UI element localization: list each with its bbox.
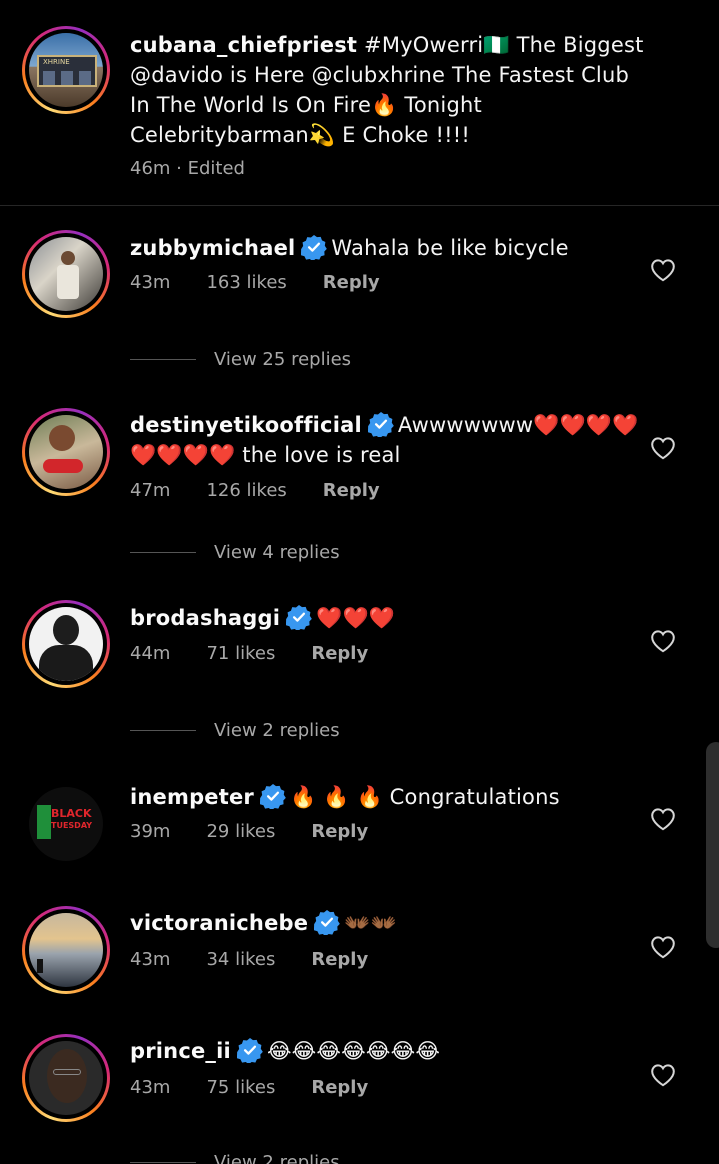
- divider-line: [130, 359, 196, 360]
- reply-button[interactable]: Reply: [311, 821, 368, 842]
- verified-badge-icon: [260, 783, 286, 809]
- reply-button[interactable]: Reply: [311, 643, 368, 664]
- comment-likes[interactable]: 75 likes: [206, 1077, 275, 1098]
- reply-button[interactable]: Reply: [311, 1077, 368, 1098]
- comment-text: ❤️❤️❤️: [316, 606, 396, 630]
- avatar-ring[interactable]: BLACK TUESDAY: [22, 780, 110, 868]
- comment-time: 39m: [130, 821, 171, 842]
- verified-badge-icon: [314, 909, 340, 935]
- heart-icon[interactable]: [650, 436, 676, 460]
- caption-text-part: #MyOwerri: [357, 33, 484, 57]
- comment-username[interactable]: victoranichebe: [130, 911, 308, 935]
- comment-text: 😂😂😂😂😂😂😂: [266, 1039, 441, 1063]
- view-replies-label: View 2 replies: [214, 1152, 340, 1164]
- club-sign-text: XHRINE: [43, 58, 70, 66]
- view-replies-button[interactable]: View 2 replies: [130, 720, 340, 741]
- view-replies-button[interactable]: View 2 replies: [130, 1152, 340, 1164]
- heart-icon[interactable]: [650, 935, 676, 959]
- comment-username[interactable]: zubbymichael: [130, 236, 295, 260]
- comment-username[interactable]: brodashaggi: [130, 606, 280, 630]
- caption-username[interactable]: cubana_chiefpriest: [130, 33, 357, 57]
- comment-time: 47m: [130, 480, 171, 501]
- view-replies-label: View 25 replies: [214, 349, 352, 370]
- view-replies-button[interactable]: View 4 replies: [130, 542, 340, 563]
- reply-button[interactable]: Reply: [311, 949, 368, 970]
- verified-badge-icon: [368, 411, 394, 437]
- avatar: [29, 1041, 103, 1115]
- avatar: [29, 237, 103, 311]
- view-replies-label: View 2 replies: [214, 720, 340, 741]
- post-caption: XHRINE cubana_chiefpriest #MyOwerri🇳🇬 Th…: [0, 0, 719, 206]
- comment-username[interactable]: prince_ii: [130, 1039, 231, 1063]
- divider-line: [130, 552, 196, 553]
- comment-likes[interactable]: 126 likes: [206, 480, 286, 501]
- heart-icon[interactable]: [650, 807, 676, 831]
- view-replies-button[interactable]: View 25 replies: [130, 349, 351, 370]
- scroll-handle[interactable]: [706, 742, 719, 948]
- fire-icon: 🔥: [371, 93, 398, 117]
- comment-time: 43m: [130, 272, 171, 293]
- avatar-text: BLACK: [51, 807, 92, 820]
- avatar-text: TUESDAY: [51, 821, 93, 830]
- comment-likes[interactable]: 71 likes: [206, 643, 275, 664]
- comment-likes[interactable]: 163 likes: [206, 272, 286, 293]
- reply-button[interactable]: Reply: [323, 272, 380, 293]
- comment-text: 👐🏾👐🏾: [344, 911, 397, 935]
- comment-likes[interactable]: 29 likes: [206, 821, 275, 842]
- heart-icon[interactable]: [650, 258, 676, 282]
- view-replies-label: View 4 replies: [214, 542, 340, 563]
- avatar-ring[interactable]: [22, 600, 110, 688]
- divider-line: [130, 730, 196, 731]
- avatar-ring[interactable]: [22, 408, 110, 496]
- comment-time: 43m: [130, 949, 171, 970]
- reply-button[interactable]: Reply: [323, 480, 380, 501]
- avatar-ring[interactable]: [22, 230, 110, 318]
- verified-badge-icon: [286, 604, 312, 630]
- avatar-ring-cubana[interactable]: XHRINE: [22, 26, 110, 114]
- heart-icon[interactable]: [650, 629, 676, 653]
- verified-badge-icon: [237, 1037, 263, 1063]
- avatar: [29, 607, 103, 681]
- heart-icon[interactable]: [650, 1063, 676, 1087]
- caption-meta: 46m · Edited: [130, 158, 245, 179]
- avatar: [29, 913, 103, 987]
- avatar: XHRINE: [29, 33, 103, 107]
- comment-username[interactable]: destinyetikoofficial: [130, 413, 362, 437]
- divider-line: [130, 1162, 196, 1163]
- comment-time: 44m: [130, 643, 171, 664]
- comment-text: 🔥 🔥 🔥 Congratulations: [290, 785, 560, 809]
- comment-username[interactable]: inempeter: [130, 785, 254, 809]
- comment-text: Wahala be like bicycle: [331, 236, 569, 260]
- avatar-ring[interactable]: [22, 1034, 110, 1122]
- comment-time: 43m: [130, 1077, 171, 1098]
- caption-text: cubana_chiefpriest #MyOwerri🇳🇬 The Bigge…: [130, 30, 649, 150]
- caption-text-part: E Choke !!!!: [335, 123, 470, 147]
- comment-likes[interactable]: 34 likes: [206, 949, 275, 970]
- avatar: BLACK TUESDAY: [29, 787, 103, 861]
- nigeria-flag-icon: 🇳🇬: [483, 33, 510, 57]
- avatar-ring[interactable]: [22, 906, 110, 994]
- verified-badge-icon: [301, 234, 327, 260]
- dizzy-icon: 💫: [308, 123, 336, 147]
- avatar: [29, 415, 103, 489]
